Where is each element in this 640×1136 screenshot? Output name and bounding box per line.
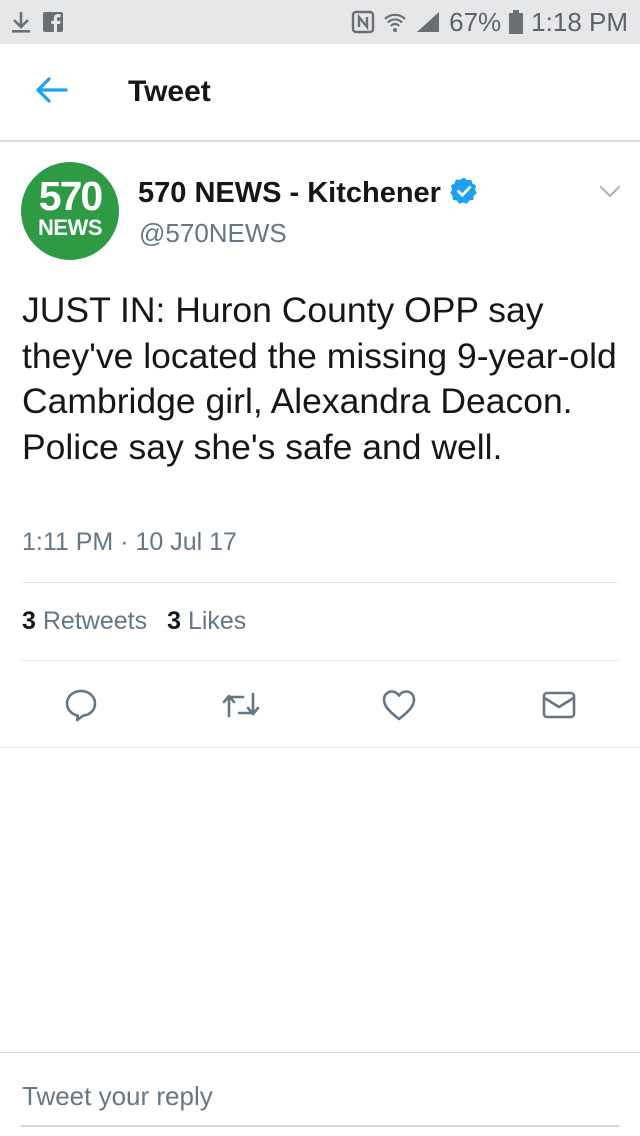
likes-stat[interactable]: 3 Likes — [167, 607, 246, 636]
avatar[interactable]: 570 NEWS — [21, 162, 119, 260]
more-options-button[interactable] — [596, 182, 624, 202]
chevron-down-icon — [596, 185, 624, 206]
back-button[interactable] — [0, 43, 100, 141]
verified-badge-icon — [449, 176, 479, 211]
reply-icon — [63, 687, 99, 728]
tweet-text: JUST IN: Huron County OPP say they've lo… — [22, 290, 617, 467]
reply-underline — [21, 1125, 619, 1127]
signal-icon — [415, 10, 441, 34]
direct-message-button[interactable] — [534, 682, 584, 732]
retweet-count: 3 — [22, 607, 36, 635]
avatar-number: 570 — [38, 173, 103, 219]
tweet-detail: 570 NEWS 570 NEWS - Kitchener @570NEWS J… — [0, 142, 640, 748]
reply-input[interactable]: Tweet your reply — [22, 1081, 213, 1112]
reply-button[interactable] — [56, 682, 106, 732]
heart-icon — [381, 688, 417, 727]
wifi-icon — [383, 10, 407, 34]
action-bar — [0, 682, 640, 732]
avatar-word: NEWS — [38, 215, 103, 240]
author-name: 570 NEWS - Kitchener — [138, 177, 441, 209]
nfc-icon — [351, 10, 375, 34]
status-left — [10, 10, 64, 34]
like-button[interactable] — [374, 682, 424, 732]
tweet-timestamp: 1:11 PM · 10 Jul 17 — [22, 528, 237, 556]
battery-icon — [509, 10, 524, 34]
status-bar: 67% 1:18 PM — [0, 0, 640, 44]
facebook-icon — [42, 11, 64, 33]
envelope-icon — [541, 690, 577, 725]
app-header: Tweet — [0, 44, 640, 142]
divider — [21, 660, 619, 661]
battery-percent: 67% — [449, 6, 502, 37]
page-title: Tweet — [128, 75, 211, 108]
retweets-stat[interactable]: 3 Retweets — [22, 607, 147, 636]
author-handle[interactable]: @570NEWS — [139, 218, 287, 249]
like-count: 3 — [167, 607, 181, 635]
engagement-stats: 3 Retweets 3 Likes — [22, 607, 246, 636]
retweet-button[interactable] — [216, 682, 266, 732]
like-label: Likes — [187, 607, 247, 635]
download-icon — [10, 10, 32, 34]
author-row[interactable]: 570 NEWS - Kitchener — [138, 176, 479, 211]
reply-bar: Tweet your reply — [0, 1052, 640, 1136]
arrow-left-icon — [34, 76, 68, 109]
retweet-label: Retweets — [42, 607, 148, 635]
divider — [21, 582, 619, 583]
clock: 1:18 PM — [531, 6, 628, 37]
status-right: 67% 1:18 PM — [351, 7, 628, 38]
retweet-icon — [221, 690, 261, 725]
